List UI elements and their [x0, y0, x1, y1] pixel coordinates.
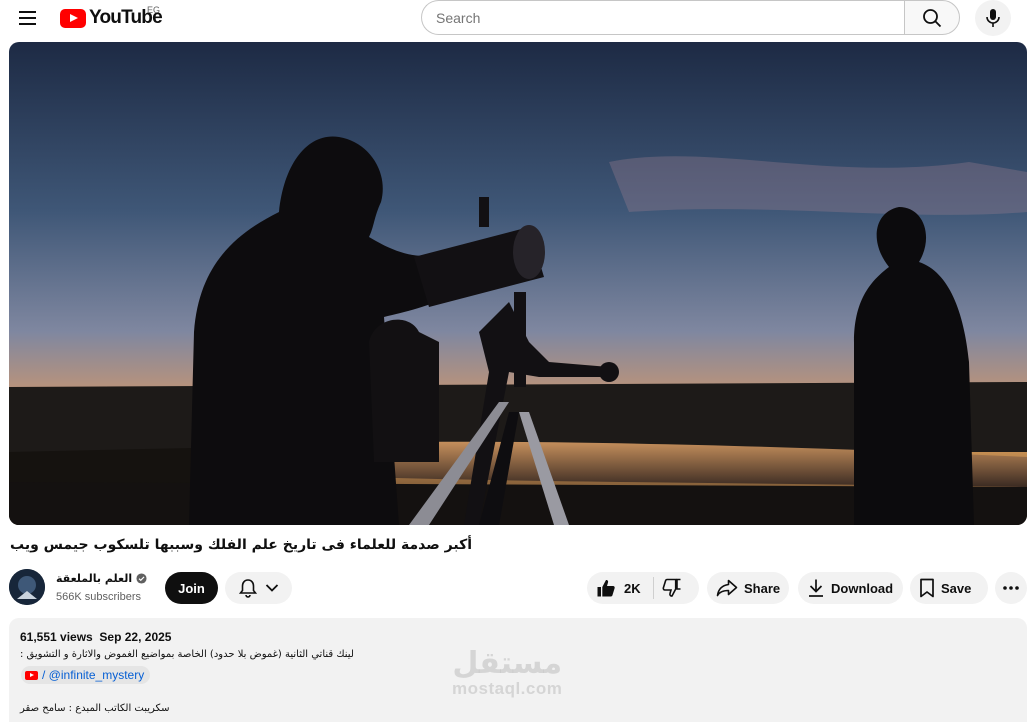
country-code: EG — [147, 5, 161, 15]
download-label: Download — [831, 580, 894, 596]
verified-check-icon — [136, 573, 147, 584]
channel-name: العلم بالملعقة — [56, 572, 133, 585]
subscriber-count: 566K subscribers — [56, 591, 141, 603]
video-frame — [9, 42, 1027, 525]
top-bar: YouTube EG — [0, 0, 1031, 40]
join-button[interactable]: Join — [165, 572, 218, 604]
search-button[interactable] — [904, 0, 960, 35]
share-button[interactable]: Share — [707, 572, 789, 604]
view-stats: 61,551 views Sep 22, 2025 — [20, 630, 171, 644]
channel-name-link[interactable]: العلم بالملعقة — [56, 572, 147, 585]
save-button[interactable]: Save — [910, 572, 988, 604]
microphone-icon — [986, 9, 1000, 27]
share-icon — [716, 579, 738, 597]
description-line-3: سكريبت الكاتب المبدع : سامح صقر — [20, 703, 170, 714]
save-label: Save — [941, 580, 972, 596]
voice-search-button[interactable] — [975, 0, 1011, 36]
video-title: أكبر صدمة للعلماء فى تاريخ علم الفلك وسب… — [10, 537, 473, 553]
bell-icon — [238, 579, 257, 598]
description-box[interactable]: 61,551 views Sep 22, 2025 لينك قناتي الث… — [9, 618, 1027, 722]
search-box — [421, 0, 905, 35]
youtube-small-icon — [25, 670, 38, 680]
more-actions-button[interactable] — [995, 572, 1027, 604]
save-icon — [920, 578, 934, 598]
like-dislike-group: 2K — [587, 572, 699, 604]
like-button[interactable]: 2K — [587, 572, 641, 604]
search-icon — [923, 8, 942, 27]
description-line-1: لينك قناتي الثانية (غموض بلا حدود) الخاص… — [20, 649, 354, 660]
dislike-button[interactable] — [654, 572, 690, 604]
youtube-play-icon — [60, 8, 86, 28]
channel-avatar[interactable] — [9, 569, 45, 605]
more-icon — [1003, 586, 1019, 590]
avatar-image — [9, 569, 45, 605]
upload-date: Sep 22, 2025 — [99, 630, 172, 644]
subscription-bell-button[interactable] — [225, 572, 292, 604]
channel-handle-link: / @infinite_mystery — [42, 668, 145, 682]
video-player[interactable] — [9, 42, 1027, 525]
download-icon — [809, 579, 823, 597]
download-button[interactable]: Download — [798, 572, 903, 604]
thumbs-down-icon — [662, 578, 681, 597]
search-input[interactable] — [422, 1, 905, 34]
view-count: 61,551 views — [20, 630, 93, 644]
like-count: 2K — [624, 580, 641, 596]
channel-link-chip[interactable]: / @infinite_mystery — [21, 666, 151, 684]
share-label: Share — [744, 580, 781, 596]
thumbs-up-icon — [597, 579, 615, 597]
hamburger-menu-icon[interactable] — [12, 2, 44, 34]
chevron-down-icon — [265, 584, 278, 592]
